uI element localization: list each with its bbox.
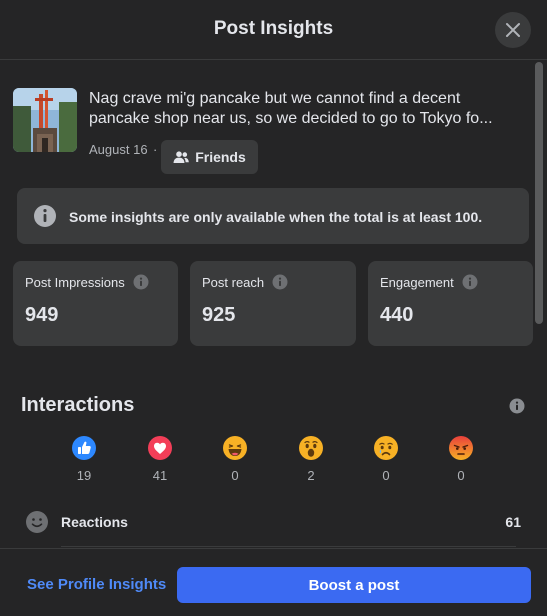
- stat-card-reach: Post reach 925: [190, 261, 356, 346]
- close-icon: [506, 23, 520, 37]
- friends-icon: [173, 151, 190, 163]
- reaction-haha[interactable]: 0: [220, 436, 250, 483]
- post-caption: Nag crave mi'g pancake but we cannot fin…: [89, 89, 529, 129]
- reactions-row-label: Reactions: [61, 514, 128, 530]
- reaction-love[interactable]: 41: [145, 436, 175, 483]
- stat-label: Engagement: [380, 274, 454, 290]
- boost-post-button[interactable]: Boost a post: [177, 567, 531, 603]
- haha-icon: [223, 436, 247, 460]
- reaction-like[interactable]: 19: [69, 436, 99, 483]
- dialog-footer: See Profile Insights Boost a post: [0, 548, 547, 616]
- stat-label: Post reach: [202, 274, 265, 290]
- info-icon[interactable]: [462, 274, 478, 290]
- sad-icon: [374, 436, 398, 460]
- reaction-count: 0: [457, 468, 465, 483]
- reaction-count: 19: [76, 468, 92, 483]
- reaction-count: 0: [382, 468, 390, 483]
- reaction-count: 0: [231, 468, 239, 483]
- post-thumbnail[interactable]: [13, 88, 77, 152]
- like-icon: [72, 436, 96, 460]
- insights-notice: Some insights are only available when th…: [17, 188, 529, 244]
- wow-icon: [299, 436, 323, 460]
- info-icon[interactable]: [272, 274, 288, 290]
- reactions-row-total: 61: [505, 514, 521, 530]
- notice-text: Some insights are only available when th…: [69, 209, 483, 225]
- stat-value: 925: [202, 304, 236, 326]
- post-caption-line2: pancake shop near us, so we decided to g…: [89, 110, 493, 127]
- info-icon[interactable]: [133, 274, 149, 290]
- reaction-sad[interactable]: 0: [371, 436, 401, 483]
- stat-value: 440: [380, 304, 414, 326]
- info-icon: [34, 205, 56, 227]
- see-profile-insights-link[interactable]: See Profile Insights: [27, 576, 166, 593]
- audience-label: Friends: [195, 149, 246, 165]
- info-icon[interactable]: [509, 398, 525, 414]
- dialog-title: Post Insights: [213, 18, 334, 39]
- post-caption-line1: Nag crave mi'g pancake but we cannot fin…: [89, 90, 461, 107]
- audience-button[interactable]: Friends: [161, 140, 258, 174]
- scrollbar[interactable]: [535, 62, 543, 324]
- reaction-count: 41: [152, 468, 168, 483]
- stat-card-engagement: Engagement 440: [368, 261, 533, 346]
- love-icon: [148, 436, 172, 460]
- post-date: August 16: [89, 142, 148, 157]
- angry-icon: [449, 436, 473, 460]
- smiley-icon: [26, 511, 48, 533]
- divider: [61, 546, 516, 547]
- stat-value: 949: [25, 304, 59, 326]
- stat-label: Post Impressions: [25, 274, 125, 290]
- interactions-title: Interactions: [21, 394, 135, 416]
- reactions-row[interactable]: Reactions 61: [25, 510, 521, 534]
- stat-card-impressions: Post Impressions 949: [13, 261, 178, 346]
- reaction-wow[interactable]: 2: [296, 436, 326, 483]
- date-separator: ·: [153, 142, 158, 157]
- dialog-header: Post Insights: [0, 0, 547, 60]
- reaction-count: 2: [307, 468, 315, 483]
- reaction-angry[interactable]: 0: [446, 436, 476, 483]
- close-button[interactable]: [495, 12, 531, 48]
